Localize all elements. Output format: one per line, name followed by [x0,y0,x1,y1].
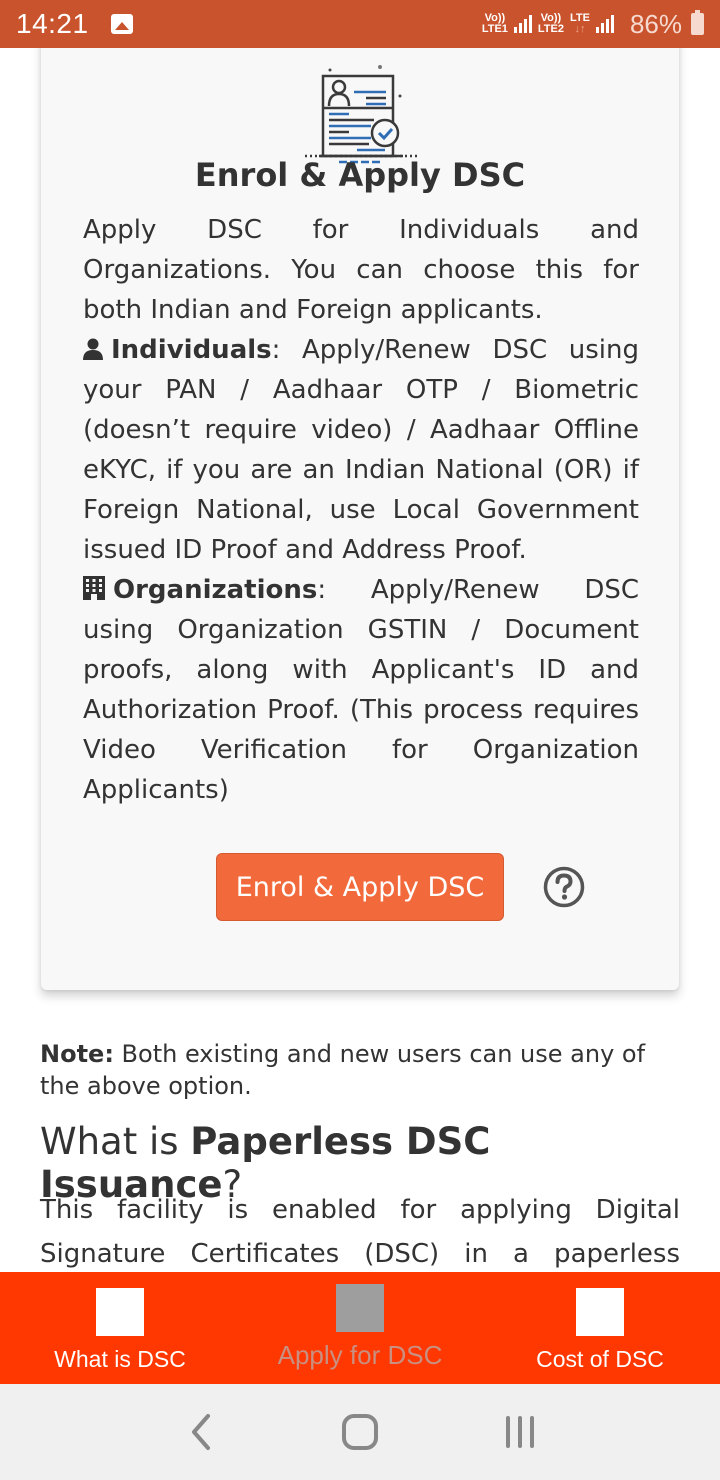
nav-item-what-is-dsc[interactable]: What is DSC [0,1272,240,1384]
nav-label: What is DSC [54,1346,186,1372]
system-navigation-bar [0,1384,720,1480]
nav-placeholder-icon [576,1288,624,1336]
enrol-apply-dsc-button[interactable]: Enrol & Apply DSC [216,853,504,921]
sim1-network: LTE1 [481,23,508,35]
user-icon [83,338,103,360]
recents-icon [506,1416,534,1448]
signal-strength-icon [595,15,614,33]
sim2-network: LTE2 [537,23,564,35]
question-circle-icon[interactable] [543,866,585,908]
card-description: Apply DSC for Individuals and Organizati… [83,210,639,810]
nav-label: Apply for DSC [277,1340,443,1370]
individuals-section: Individuals: Apply/Renew DSC using your … [83,330,639,570]
nav-label: Cost of DSC [536,1346,664,1372]
recents-button[interactable] [495,1407,545,1457]
bottom-navigation: What is DSC Apply for DSC Cost of DSC [0,1272,720,1384]
note-body: Both existing and new users can use any … [40,1040,646,1100]
page-content[interactable]: Enrol & Apply DSC Apply DSC for Individu… [0,48,720,1272]
nav-placeholder-icon [96,1288,144,1336]
back-chevron-icon [192,1414,210,1450]
building-icon [83,576,105,600]
back-button[interactable] [175,1407,225,1457]
individuals-text: : Apply/Renew DSC using your PAN / Aadha… [83,335,639,565]
certificate-document-icon [305,65,417,164]
nav-placeholder-icon [336,1284,384,1332]
section-paragraph: This facility is enabled for applying Di… [40,1195,680,1269]
status-bar: 14:21 Vo)) LTE1 Vo)) LTE2 LTE ↓↑ 86% [0,0,720,48]
signal-strength-icon [513,15,532,33]
enrol-apply-card: Enrol & Apply DSC Apply DSC for Individu… [41,48,679,990]
note-label: Note: [40,1040,114,1068]
home-button[interactable] [335,1407,385,1457]
heading-plain: What is [40,1120,191,1163]
battery-percentage: 86% [629,8,682,39]
sim1-label: Vo)) LTE1 [482,13,508,35]
card-actions: Enrol & Apply DSC [41,853,679,921]
organizations-text: : Apply/Renew DSC using Organization GST… [83,575,639,805]
card-title: Enrol & Apply DSC [194,156,526,194]
sim2-label: Vo)) LTE2 [538,13,564,35]
nav-item-cost-of-dsc[interactable]: Cost of DSC [480,1272,720,1384]
status-time: 14:21 [16,8,89,39]
note-text: Note: Both existing and new users can us… [40,1038,680,1102]
data-arrows-icon: ↓↑ [574,23,586,35]
card-intro: Apply DSC for Individuals and Organizati… [83,215,639,325]
home-icon [342,1414,378,1450]
organizations-label: Organizations [113,575,318,605]
nav-item-apply-for-dsc[interactable]: Apply for DSC [240,1272,480,1384]
organizations-section: Organizations: Apply/Renew DSC using Org… [83,570,639,810]
status-indicators: Vo)) LTE1 Vo)) LTE2 LTE ↓↑ 86% [482,9,704,40]
data-indicator: LTE ↓↑ [570,13,590,35]
battery-icon [691,10,704,35]
gallery-notification-icon [110,14,133,34]
individuals-label: Individuals [111,335,272,365]
